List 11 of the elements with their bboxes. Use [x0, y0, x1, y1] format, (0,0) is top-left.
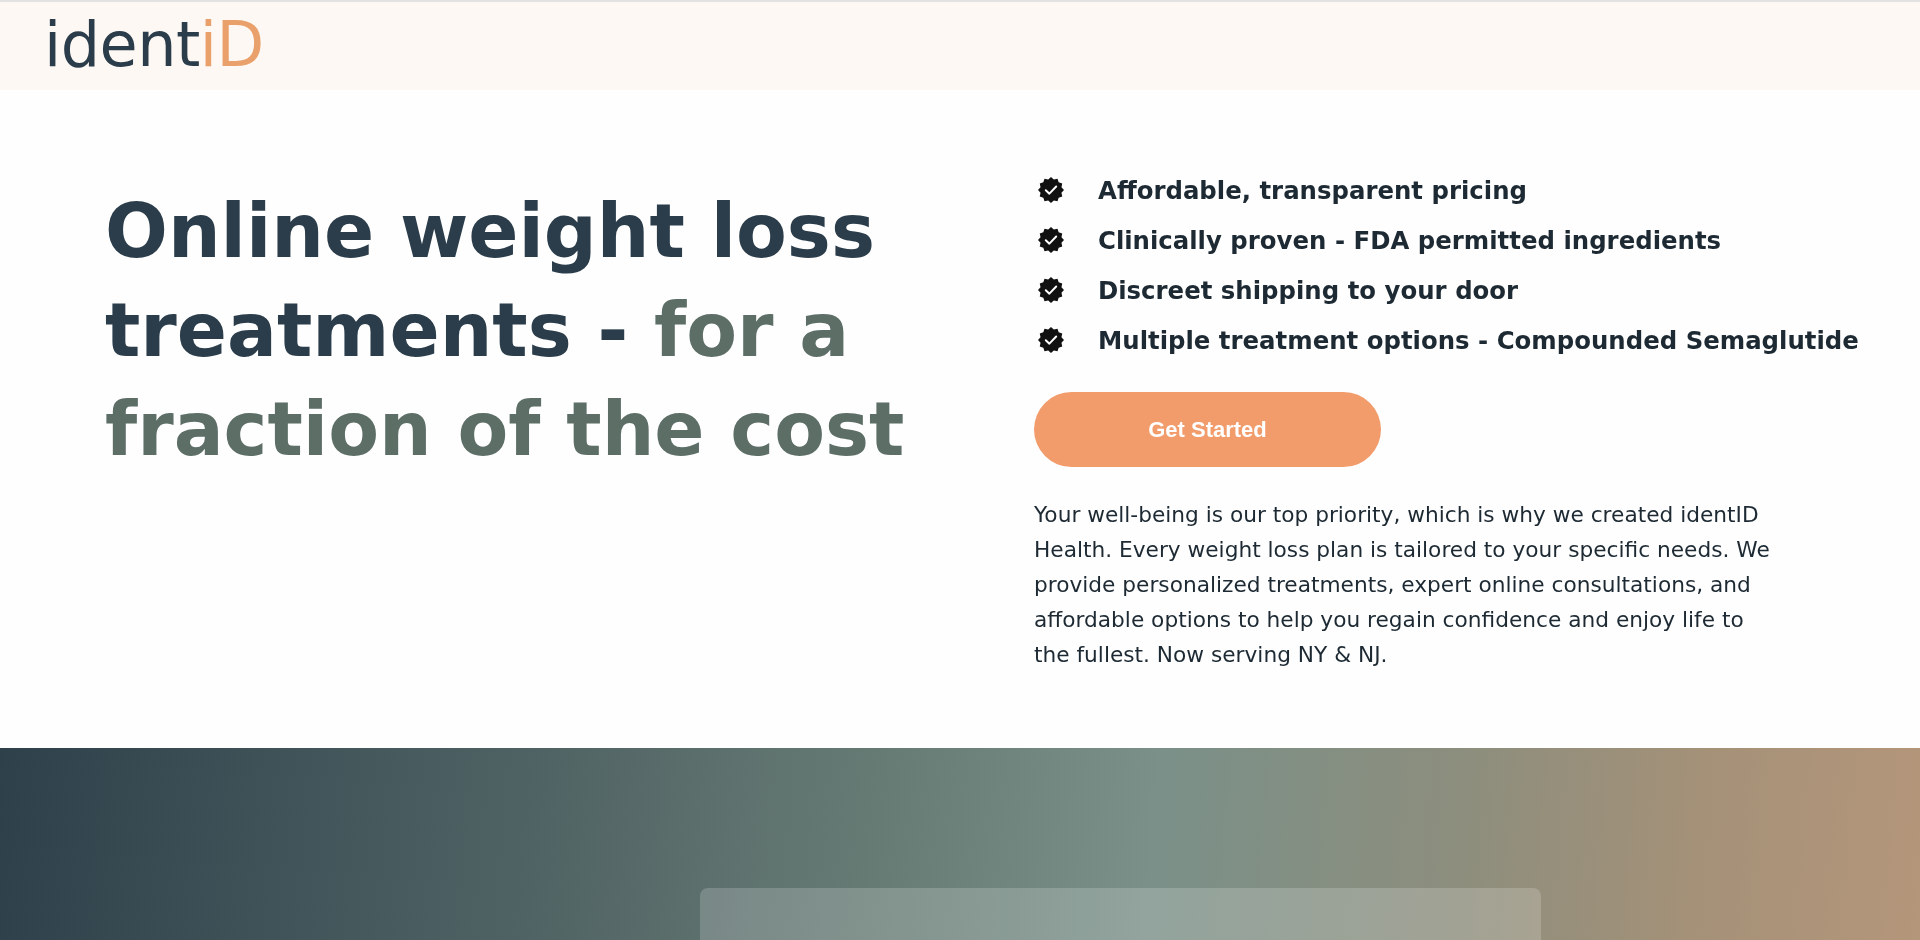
logo[interactable]: identiD [44, 14, 264, 76]
feature-text: Clinically proven - FDA permitted ingredients [1098, 225, 1722, 255]
hero-headline: Online weight loss treatments - for a fraction of the cost [105, 187, 906, 474]
check-badge-icon [1038, 327, 1064, 353]
check-badge-icon [1038, 227, 1064, 253]
feature-text: Discreet shipping to your door [1098, 275, 1519, 305]
check-badge-icon [1038, 277, 1064, 303]
check-badge-icon [1038, 177, 1064, 203]
description-text: Your well-being is our top priority, which is why we created identID Health. Every weight loss plan is tailored to your specific needs. We provide personalized treatments, expert online consultations, and affordable options to help you regain confidence and enjoy life to the fullest. Now serving NY & NJ. [1034, 501, 1771, 669]
feature-text: Multiple treatment options - Compounded Semaglutide [1098, 325, 1859, 355]
feature-text: Affordable, transparent pricing [1098, 175, 1527, 205]
